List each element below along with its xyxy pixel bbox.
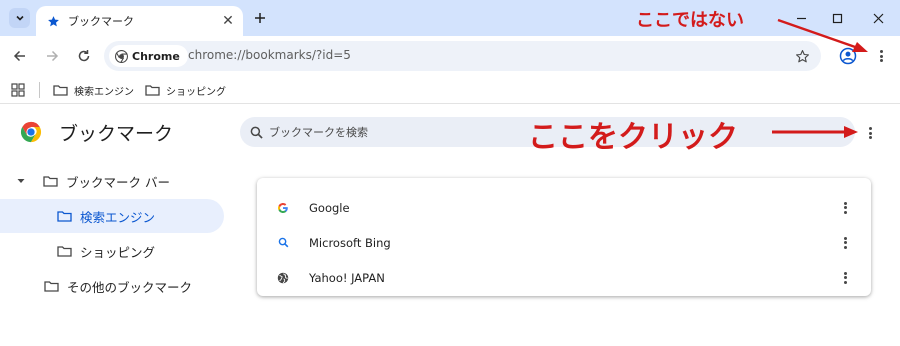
bookmarks-page: ブックマーク ブックマークを検索 ブックマーク バー 検索エンジン ショッピング… (0, 105, 900, 346)
bookmark-row[interactable]: Yahoo! JAPAN (257, 260, 871, 295)
bookmark-row[interactable]: Google (257, 190, 871, 225)
folder-icon (57, 246, 72, 257)
profile-icon (839, 47, 857, 65)
bookmark-list: Google Microsoft Bing Yahoo! JAPAN (257, 178, 871, 296)
tab-search-button[interactable] (9, 8, 30, 28)
tree-item-other-bookmarks[interactable]: その他のブックマーク (0, 269, 224, 303)
vertical-dots-icon (843, 201, 847, 214)
bookmarks-bar-folder-search[interactable]: 検索エンジン (53, 81, 134, 99)
chrome-icon (115, 49, 128, 63)
search-favicon-icon (275, 235, 291, 251)
minimize-icon (796, 17, 806, 19)
page-title: ブックマーク (59, 123, 174, 145)
folder-icon (57, 211, 72, 222)
chevron-down-icon (15, 15, 24, 21)
tree-item-label: ショッピング (80, 244, 156, 260)
apps-grid-icon (11, 83, 25, 97)
vertical-dots-icon (868, 127, 872, 139)
bookmark-title: Microsoft Bing (309, 235, 391, 250)
bookmarks-bar-divider (39, 82, 40, 98)
globe-icon (275, 270, 291, 286)
arrow-left-icon (13, 50, 25, 62)
annotation-click-here: ここをクリック (528, 120, 738, 155)
bookmark-more-button[interactable] (840, 199, 850, 217)
search-icon (250, 126, 263, 139)
folder-icon (145, 85, 160, 96)
expand-arrow-icon[interactable] (16, 176, 26, 186)
back-button[interactable] (10, 46, 30, 66)
tree-item-bookmarks-bar[interactable]: ブックマーク バー (0, 164, 224, 198)
bookmark-row[interactable]: Microsoft Bing (257, 225, 871, 260)
address-bar[interactable]: Chrome chrome://bookmarks/?id=5 (104, 41, 821, 71)
tab-title: ブックマーク (68, 15, 134, 28)
tree-item-label: その他のブックマーク (67, 279, 193, 295)
maximize-icon (832, 13, 842, 23)
browser-menu-button[interactable] (871, 46, 891, 66)
active-tab[interactable]: ブックマーク ✕ (36, 6, 243, 36)
apps-button[interactable] (11, 81, 25, 99)
tree-item-shopping[interactable]: ショッピング (0, 234, 224, 268)
profile-button[interactable] (837, 45, 859, 67)
reload-icon (78, 50, 90, 62)
window-close-button[interactable] (863, 5, 893, 31)
google-favicon-icon (275, 200, 291, 216)
folder-icon (43, 176, 58, 187)
browser-toolbar: Chrome chrome://bookmarks/?id=5 (0, 36, 900, 76)
arrow-right-icon (47, 50, 59, 62)
folder-icon (44, 281, 59, 292)
star-icon (48, 15, 59, 26)
close-icon (873, 13, 883, 23)
bookmarks-bar-item-label: 検索エンジン (74, 86, 134, 98)
chip-label: Chrome (132, 49, 180, 63)
tab-close-icon[interactable]: ✕ (219, 12, 237, 30)
star-outline-icon (795, 49, 809, 62)
chrome-logo-icon (20, 121, 42, 147)
bookmark-more-button[interactable] (840, 269, 850, 287)
url-text[interactable]: chrome://bookmarks/?id=5 (188, 48, 351, 62)
reload-button[interactable] (74, 46, 94, 66)
bookmark-title: Yahoo! JAPAN (309, 270, 385, 285)
vertical-dots-icon (879, 50, 883, 62)
plus-icon (255, 13, 265, 23)
bookmark-star-button[interactable] (793, 47, 811, 65)
bookmark-title: Google (309, 200, 350, 215)
tree-item-label: ブックマーク バー (66, 174, 170, 190)
tree-item-label: 検索エンジン (80, 209, 156, 225)
folder-icon (53, 85, 68, 96)
bookmarks-bar-folder-shopping[interactable]: ショッピング (145, 81, 226, 99)
annotation-not-here: ここではない (636, 10, 744, 31)
bookmarks-bar: 検索エンジン ショッピング (0, 76, 900, 104)
minimize-button[interactable] (786, 5, 816, 31)
forward-button[interactable] (42, 46, 62, 66)
maximize-button[interactable] (822, 5, 852, 31)
bookmarks-bar-item-label: ショッピング (166, 86, 226, 98)
site-info-chip[interactable]: Chrome (109, 45, 188, 67)
tab-strip: ブックマーク ✕ (0, 0, 900, 36)
new-tab-button[interactable] (250, 8, 270, 28)
vertical-dots-icon (843, 236, 847, 249)
bookmark-more-button[interactable] (840, 234, 850, 252)
tree-item-search-engines[interactable]: 検索エンジン (0, 199, 224, 233)
bookmarks-page-menu-button[interactable] (862, 123, 878, 143)
search-placeholder: ブックマークを検索 (269, 126, 368, 139)
vertical-dots-icon (843, 271, 847, 284)
